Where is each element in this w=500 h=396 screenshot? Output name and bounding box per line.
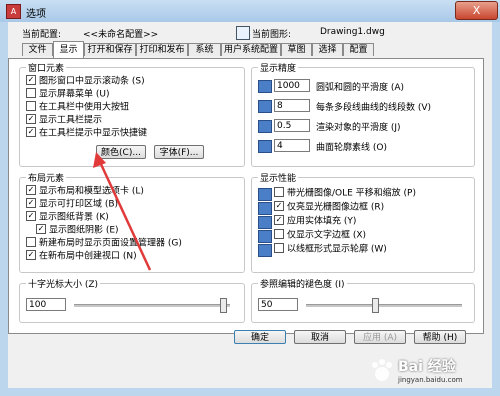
baidu-watermark: Bai 经验 jingyan.baidu.com [368,352,492,392]
options-dialog: A 选项 X 当前配置: <<未命名配置>> 当前图形: Drawing1.dw… [0,0,500,396]
tab-display[interactable]: 显示 [53,41,84,58]
paw-icon [372,359,392,381]
arrow-head [93,152,106,168]
watermark-url: jingyan.baidu.com [398,376,463,384]
arrow-shaft [98,161,152,271]
annotation-arrow [93,152,152,271]
watermark-text: Bai 经验 [398,359,456,375]
